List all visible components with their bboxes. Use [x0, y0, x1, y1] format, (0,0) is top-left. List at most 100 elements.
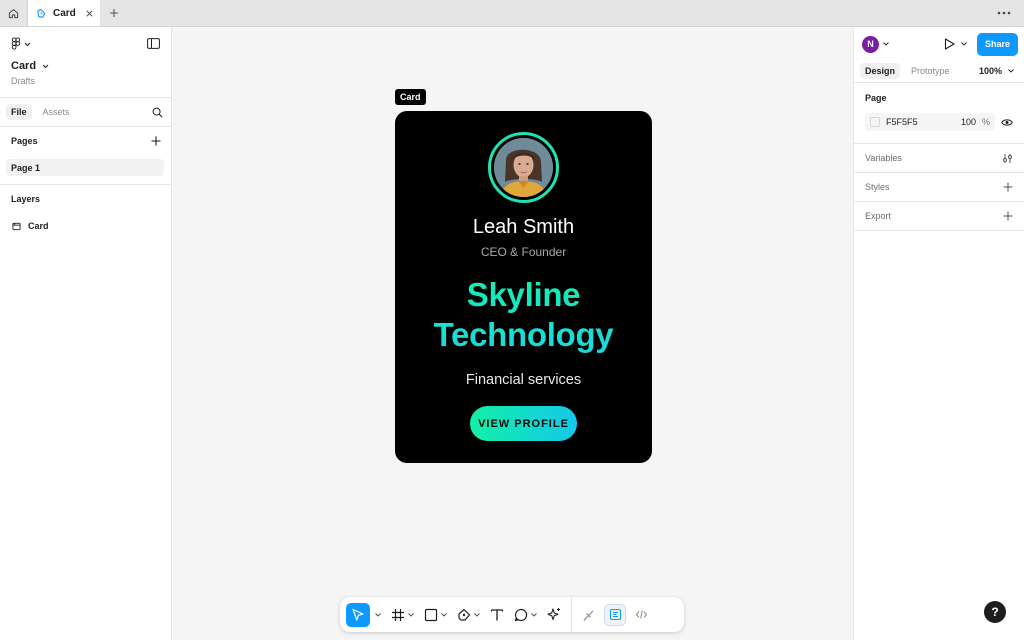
variables-section: Variables	[854, 144, 1024, 173]
help-button[interactable]: ?	[984, 601, 1006, 623]
frame-label[interactable]: Card	[395, 89, 426, 105]
view-profile-button[interactable]: VIEW PROFILE	[470, 406, 577, 441]
styles-header: Styles	[865, 173, 1013, 201]
pen-tool-button[interactable]	[452, 603, 485, 627]
fill-opacity-value[interactable]: 100	[950, 117, 976, 127]
right-panel-header: N Share	[854, 27, 1024, 61]
export-title: Export	[865, 211, 892, 221]
text-icon	[490, 608, 504, 620]
right-panel-tabs: Design Prototype 100%	[854, 61, 1024, 83]
toggle-sidebar-button[interactable]	[147, 38, 160, 52]
search-icon[interactable]	[152, 107, 163, 118]
tab-file[interactable]: File	[6, 104, 32, 120]
eye-icon[interactable]	[1001, 118, 1013, 127]
fill-hex-value[interactable]: F5F5F5	[886, 117, 944, 127]
tab-bar-spacer	[128, 0, 984, 26]
design-file-icon	[37, 8, 46, 18]
left-panel: Card Drafts File Assets Pages Page 1 Lay…	[0, 27, 172, 640]
present-button[interactable]	[944, 38, 967, 50]
frame-tool-button[interactable]	[386, 603, 419, 627]
tab-assets[interactable]: Assets	[38, 104, 75, 120]
canvas[interactable]: Card Leah Smith CEO & Founder Skyline Te…	[172, 27, 853, 640]
play-icon	[944, 38, 955, 50]
tab-design[interactable]: Design	[860, 62, 901, 79]
chevron-down-icon[interactable]	[883, 42, 889, 46]
toolbar-divider	[571, 597, 572, 632]
portrait-image	[494, 138, 553, 197]
chevron-down-icon	[42, 64, 49, 68]
chevron-down-icon[interactable]	[531, 612, 537, 617]
fill-opacity-unit: %	[981, 117, 990, 127]
add-page-icon[interactable]	[151, 136, 161, 146]
shape-tool-button[interactable]	[419, 603, 452, 627]
layer-item[interactable]: Card	[0, 215, 171, 237]
page-item-label: Page 1	[11, 162, 41, 173]
actions-button[interactable]	[542, 603, 567, 627]
layers-header: Layers	[0, 185, 171, 213]
draw-icon	[582, 610, 593, 621]
pages-header: Pages	[0, 127, 171, 155]
color-swatch[interactable]	[870, 117, 880, 127]
dev-mode-button[interactable]	[630, 604, 652, 626]
design-mode-button[interactable]	[604, 603, 626, 626]
file-header: Card Drafts	[0, 27, 171, 97]
comment-tool-button[interactable]	[509, 603, 542, 627]
file-name: Card	[11, 60, 37, 72]
home-button[interactable]	[0, 0, 28, 26]
variables-title: Variables	[865, 153, 902, 163]
bottom-toolbar	[340, 597, 684, 632]
file-name-menu[interactable]: Card	[11, 60, 160, 72]
file-tab-label: Card	[53, 7, 76, 19]
zoom-dropdown[interactable]: 100%	[979, 66, 1018, 76]
left-panel-tabs: File Assets	[0, 97, 171, 127]
file-location[interactable]: Drafts	[11, 76, 160, 86]
tab-prototype[interactable]: Prototype	[906, 63, 955, 79]
card-frame[interactable]: Leah Smith CEO & Founder Skyline Technol…	[395, 111, 652, 463]
avatar-ring	[488, 132, 559, 203]
export-section: Export	[854, 202, 1024, 231]
move-tool-button[interactable]	[346, 602, 370, 627]
layers-title: Layers	[11, 194, 41, 204]
card-person-name: Leah Smith	[472, 216, 575, 238]
chevron-down-icon	[1008, 68, 1014, 73]
figma-logo-icon	[11, 37, 21, 50]
file-tab-card[interactable]: Card	[28, 0, 100, 26]
page-fill-input[interactable]: F5F5F5 100 %	[865, 113, 995, 131]
user-avatar[interactable]: N	[862, 35, 879, 53]
cursor-icon	[352, 608, 364, 621]
more-options-button[interactable]	[984, 0, 1024, 26]
chevron-down-icon[interactable]	[441, 612, 447, 617]
main-menu-button[interactable]	[11, 37, 160, 51]
draw-mode-button[interactable]	[578, 604, 600, 626]
move-tool-dropdown[interactable]	[370, 603, 386, 627]
avatar[interactable]	[494, 138, 553, 197]
styles-title: Styles	[865, 182, 890, 192]
page-section-header: Page	[865, 83, 1013, 113]
styles-section: Styles	[854, 173, 1024, 202]
design-mode-icon	[609, 608, 621, 621]
add-style-icon[interactable]	[1003, 182, 1013, 192]
close-icon[interactable]	[85, 9, 94, 18]
pen-icon	[458, 608, 471, 621]
page-item[interactable]: Page 1	[6, 159, 164, 176]
zoom-value: 100%	[978, 65, 1002, 76]
new-tab-button[interactable]	[100, 0, 128, 26]
variables-header: Variables	[865, 144, 1013, 172]
adjust-icon[interactable]	[1002, 153, 1013, 164]
text-tool-button[interactable]	[485, 603, 509, 627]
share-button[interactable]: Share	[976, 32, 1018, 56]
page-fill-row: F5F5F5 100 %	[865, 113, 1013, 143]
chevron-down-icon[interactable]	[474, 612, 480, 617]
pages-title: Pages	[11, 136, 38, 146]
chevron-down-icon	[375, 612, 381, 617]
right-panel: N Share Design Prototype 100% Page F5F5F…	[853, 27, 1024, 640]
chevron-down-icon[interactable]	[408, 612, 414, 617]
card-person-role: CEO & Founder	[480, 245, 567, 259]
home-icon	[8, 8, 19, 18]
add-export-icon[interactable]	[1003, 211, 1013, 221]
chevron-down-icon	[24, 42, 31, 46]
layer-item-label: Card	[28, 221, 49, 231]
sidebar-icon	[147, 38, 160, 49]
card-company-line-2: Technology	[433, 316, 614, 353]
sparkle-icon	[547, 608, 560, 621]
